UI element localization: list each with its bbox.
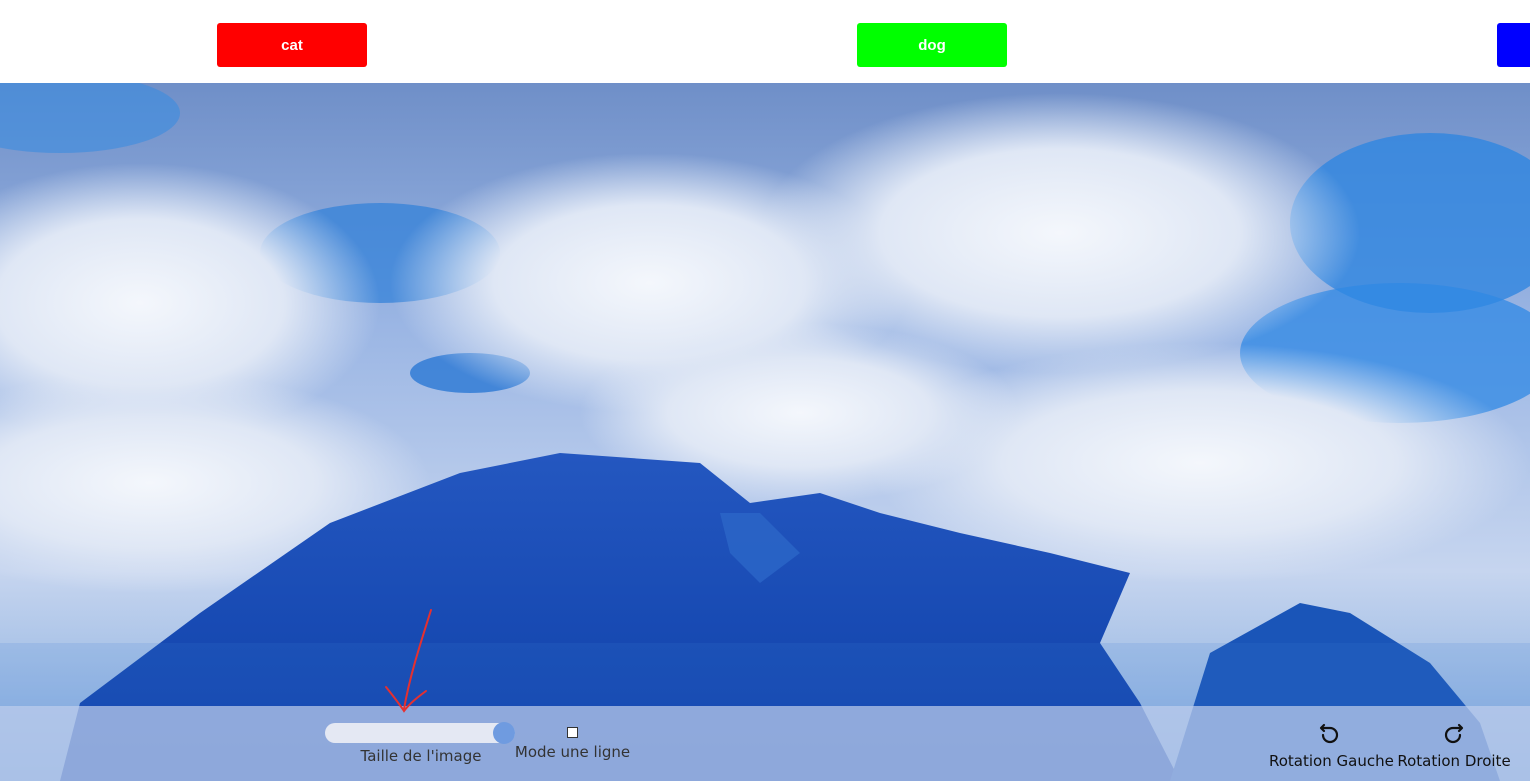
label-button-blue[interactable] [1497, 23, 1530, 67]
image-size-label: Taille de l'image [360, 747, 482, 765]
rotate-left-button[interactable]: Rotation Gauche [1269, 718, 1394, 776]
slider-track[interactable] [325, 723, 515, 743]
rotate-right-button[interactable]: Rotation Droite [1394, 718, 1514, 776]
annotation-arrow [385, 609, 432, 713]
landscape-image [0, 83, 1530, 781]
label-button-cat[interactable]: cat [217, 23, 367, 67]
rotate-ccw-icon [1319, 723, 1339, 744]
rotate-right-label: Rotation Droite [1397, 752, 1511, 770]
image-size-slider[interactable] [325, 722, 515, 744]
single-line-mode-label: Mode une ligne [514, 743, 631, 761]
rotate-cw-icon [1444, 723, 1464, 744]
slider-thumb[interactable] [493, 722, 515, 744]
rotate-left-label: Rotation Gauche [1269, 752, 1394, 770]
label-button-dog[interactable]: dog [857, 23, 1007, 67]
label-bar: cat dog [0, 0, 1530, 83]
single-line-mode-checkbox[interactable] [567, 727, 578, 738]
annotated-image[interactable] [0, 83, 1530, 781]
